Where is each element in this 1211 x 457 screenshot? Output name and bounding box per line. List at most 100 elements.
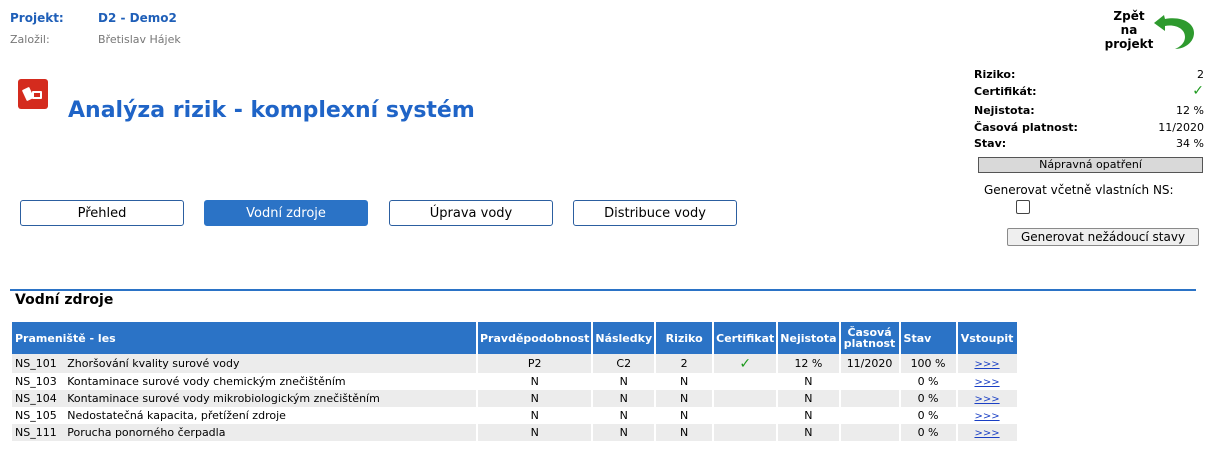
back-to-project-button[interactable]: Zpět na projekt [1100, 5, 1200, 55]
row-code-desc: NS_103 Kontaminace surové vody chemickým… [12, 373, 476, 390]
col-header-nasledky: Následky [593, 322, 655, 354]
cell-certifikat [714, 407, 776, 424]
row-desc: Kontaminace surové vody chemickým znečiš… [67, 375, 346, 388]
cell-certifikat-check-icon: ✓ [714, 354, 777, 373]
riziko-value: 2 [1197, 68, 1204, 81]
tab-prehled[interactable]: Přehled [20, 200, 184, 226]
platnost-label: Časová platnost: [974, 121, 1078, 134]
row-code-desc: NS_104 Kontaminace surové vody mikrobiol… [12, 390, 476, 407]
cell-certifikat [714, 390, 777, 407]
cell-nejistota: N [778, 424, 839, 441]
stav-value: 34 % [1176, 137, 1204, 150]
row-desc: Porucha ponorného čerpadla [67, 426, 226, 439]
row-code: NS_105 [15, 409, 57, 422]
back-label-line2: projekt [1104, 37, 1154, 51]
cell-stav: 100 % [900, 354, 956, 373]
cell-nejistota: N [804, 409, 813, 422]
enter-link[interactable]: >>> [974, 394, 999, 405]
cell-certifikat [714, 373, 776, 390]
napravna-opatreni-button[interactable]: Nápravná opatření [978, 157, 1203, 173]
enter-link[interactable]: >>> [974, 359, 999, 370]
tab-uprava-vody[interactable]: Úprava vody [389, 200, 553, 226]
section-title: Vodní zdroje [15, 292, 114, 308]
col-header-pravdepodobnost: Pravděpodobnost [478, 322, 592, 354]
tab-vodni-zdroje[interactable]: Vodní zdroje [204, 200, 368, 226]
row-desc: Nedostatečná kapacita, přetížení zdroje [67, 409, 286, 422]
section-divider [10, 289, 1196, 291]
cell-casova-platnost [840, 424, 899, 441]
table-row: NS_111 Porucha ponorného čerpadla N N N … [12, 424, 1017, 441]
cell-pravdepodobnost: P2 [478, 354, 592, 373]
back-label-line1: Zpět na [1113, 9, 1145, 37]
riziko-label: Riziko: [974, 68, 1016, 81]
nejistota-value: 12 % [1176, 104, 1204, 117]
platnost-value: 11/2020 [1158, 121, 1204, 134]
project-label: Projekt: [10, 11, 64, 25]
cell-certifikat [714, 424, 777, 441]
cell-nasledky: N [619, 409, 628, 422]
cell-casova-platnost [841, 373, 899, 390]
cell-nasledky: N [593, 424, 655, 441]
cell-pravdepodobnost: N [478, 390, 592, 407]
row-code-desc: NS_111 Porucha ponorného čerpadla [12, 424, 476, 441]
table-row: NS_103 Kontaminace surové vody chemickým… [12, 373, 1017, 390]
cell-pravdepodobnost: N [530, 409, 539, 422]
cell-nasledky: N [619, 375, 628, 388]
risk-summary-panel: Riziko: 2 Certifikát: ✓ Nejistota: 12 % … [974, 66, 1204, 246]
risk-table: Prameniště - les Pravděpodobnost Následk… [10, 322, 1019, 441]
col-header-stav: Stav [900, 322, 956, 354]
row-desc: Kontaminace surové vody mikrobiologickým… [67, 392, 380, 405]
cell-pravdepodobnost: N [478, 424, 592, 441]
project-name: D2 - Demo2 [98, 11, 177, 25]
cell-nejistota: N [804, 375, 813, 388]
certifikat-label: Certifikát: [974, 85, 1037, 98]
col-header-casova-platnost: Časová platnost [840, 322, 899, 354]
cell-nasledky: N [593, 390, 655, 407]
cell-stav: 0 % [917, 409, 939, 422]
row-code: NS_104 [15, 392, 57, 405]
cell-stav: 0 % [900, 390, 956, 407]
row-desc: Zhoršování kvality surové vody [67, 357, 240, 370]
cell-casova-platnost [840, 390, 899, 407]
generovat-label: Generovat včetně vlastních NS: [984, 183, 1174, 197]
nejistota-label: Nejistota: [974, 104, 1035, 117]
enter-link[interactable]: >>> [974, 411, 999, 422]
cell-riziko: N [656, 424, 713, 441]
cell-pravdepodobnost: N [530, 375, 539, 388]
row-code: NS_103 [15, 375, 57, 388]
founder-label: Založil: [10, 33, 50, 46]
cell-casova-platnost [841, 407, 899, 424]
col-header-certifikat: Certifikat [714, 322, 777, 354]
enter-link[interactable]: >>> [974, 377, 999, 388]
cell-vstoupit: >>> [958, 373, 1017, 390]
cell-riziko: N [656, 390, 713, 407]
row-code-desc: NS_101 Zhoršování kvality surové vody [12, 354, 476, 373]
row-code: NS_111 [15, 426, 57, 439]
col-header-riziko: Riziko [656, 322, 713, 354]
table-row: NS_104 Kontaminace surové vody mikrobiol… [12, 390, 1017, 407]
cell-stav: 0 % [900, 424, 956, 441]
cell-nejistota: 12 % [778, 354, 839, 373]
certificate-check-icon: ✓ [1192, 83, 1204, 99]
cell-stav: 0 % [917, 375, 939, 388]
page-title: Analýza rizik - komplexní systém [68, 98, 475, 123]
tab-distribuce-vody[interactable]: Distribuce vody [573, 200, 737, 226]
col-header-nejistota: Nejistota [778, 322, 839, 354]
cell-vstoupit: >>> [957, 354, 1017, 373]
founder-name: Břetislav Hájek [98, 33, 181, 46]
cell-casova-platnost: 11/2020 [840, 354, 899, 373]
table-row: NS_101 Zhoršování kvality surové vody P2… [12, 354, 1017, 373]
row-code: NS_101 [15, 357, 57, 370]
cell-riziko: N [680, 409, 689, 422]
row-code-desc: NS_105 Nedostatečná kapacita, přetížení … [12, 407, 476, 424]
app-logo-icon [18, 79, 48, 109]
include-own-ns-checkbox[interactable] [1016, 200, 1030, 214]
cell-vstoupit: >>> [958, 407, 1017, 424]
generate-states-button[interactable]: Generovat nežádoucí stavy [1007, 228, 1199, 246]
cell-vstoupit: >>> [957, 390, 1017, 407]
cell-riziko: N [680, 375, 689, 388]
cell-nejistota: N [778, 390, 839, 407]
cell-nasledky: C2 [593, 354, 655, 373]
cell-vstoupit: >>> [957, 424, 1017, 441]
enter-link[interactable]: >>> [974, 428, 999, 439]
